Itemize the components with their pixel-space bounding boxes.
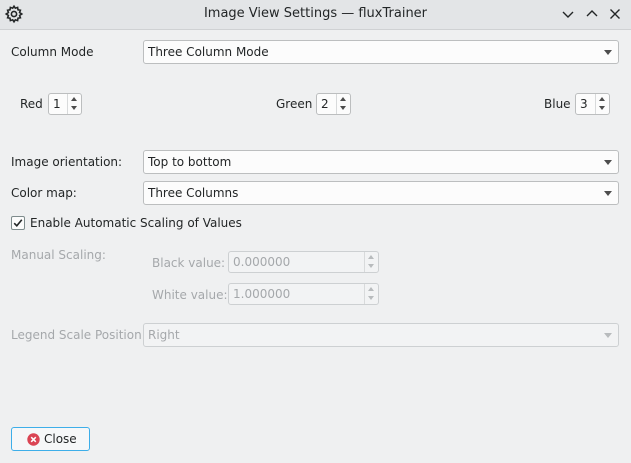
spin-up-icon[interactable] [71, 97, 77, 101]
green-value: 2 [321, 97, 329, 111]
spin-down-icon[interactable] [368, 264, 374, 268]
close-icon[interactable] [607, 6, 623, 22]
green-spin-buttons[interactable] [336, 94, 350, 114]
chevron-up-icon[interactable] [584, 6, 600, 22]
spin-up-icon[interactable] [368, 287, 374, 291]
chevron-down-icon [604, 333, 612, 338]
legend-position-combo[interactable]: Right [143, 323, 619, 347]
blue-spinbox[interactable]: 3 [575, 93, 610, 115]
black-value-spinbox[interactable]: 0.000000 [228, 251, 379, 273]
close-button-label: Close [44, 432, 77, 446]
orientation-label: Image orientation: [11, 155, 123, 169]
spin-down-icon[interactable] [340, 106, 346, 110]
orientation-combo[interactable]: Top to bottom [143, 150, 619, 174]
spin-up-icon[interactable] [340, 97, 346, 101]
color-map-value: Three Columns [148, 186, 239, 200]
spin-down-icon[interactable] [71, 106, 77, 110]
title-bar: Image View Settings — fluxTrainer [0, 0, 631, 30]
close-circle-icon [27, 433, 40, 446]
manual-scaling-label: Manual Scaling: [11, 248, 106, 262]
red-spinbox[interactable]: 1 [48, 93, 82, 115]
black-value: 0.000000 [233, 255, 291, 269]
white-spin-buttons[interactable] [364, 284, 378, 304]
color-map-combo[interactable]: Three Columns [143, 181, 619, 205]
spin-down-icon[interactable] [368, 296, 374, 300]
auto-scaling-label[interactable]: Enable Automatic Scaling of Values [30, 216, 242, 230]
white-value: 1.000000 [233, 287, 291, 301]
column-mode-value: Three Column Mode [148, 45, 269, 59]
spin-up-icon[interactable] [368, 255, 374, 259]
column-mode-combo[interactable]: Three Column Mode [143, 40, 619, 64]
red-value: 1 [53, 97, 61, 111]
chevron-down-icon [604, 160, 612, 165]
green-label: Green [276, 97, 313, 111]
window-title: Image View Settings — fluxTrainer [203, 6, 428, 21]
green-spinbox[interactable]: 2 [316, 93, 351, 115]
blue-value: 3 [580, 97, 588, 111]
orientation-value: Top to bottom [148, 155, 232, 169]
legend-position-label: Legend Scale Position: [11, 328, 146, 342]
white-value-spinbox[interactable]: 1.000000 [228, 283, 379, 305]
spin-down-icon[interactable] [599, 106, 605, 110]
checkmark-icon [13, 219, 23, 227]
auto-scaling-checkbox[interactable] [11, 216, 25, 230]
white-value-label: White value: [152, 288, 228, 302]
blue-spin-buttons[interactable] [595, 94, 609, 114]
chevron-down-icon [604, 191, 612, 196]
color-map-label: Color map: [11, 186, 77, 200]
black-spin-buttons[interactable] [364, 252, 378, 272]
close-button[interactable]: Close [11, 427, 90, 451]
blue-label: Blue [544, 97, 571, 111]
legend-position-value: Right [148, 328, 180, 342]
column-mode-label: Column Mode [11, 45, 94, 59]
spin-up-icon[interactable] [599, 97, 605, 101]
black-value-label: Black value: [152, 256, 226, 270]
red-label: Red [20, 97, 43, 111]
chevron-down-icon [604, 50, 612, 55]
chevron-down-icon[interactable] [560, 6, 576, 22]
red-spin-buttons[interactable] [67, 94, 81, 114]
